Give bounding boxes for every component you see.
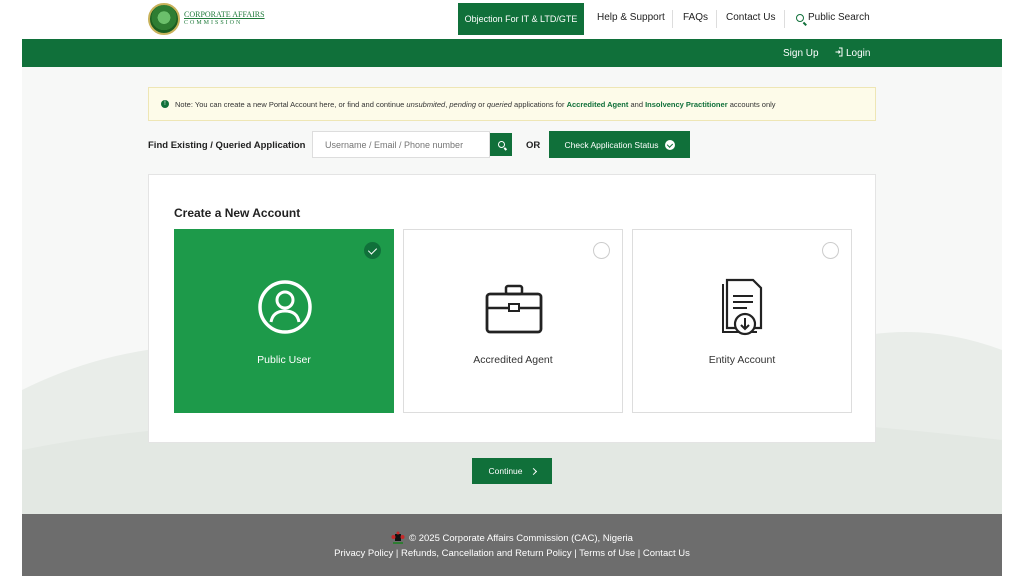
briefcase-icon: [485, 284, 543, 334]
search-icon[interactable]: [796, 14, 804, 22]
footer-separator: |: [393, 548, 401, 559]
logo-line-2: COMMISSION: [184, 20, 243, 26]
footer-separator: |: [635, 548, 643, 559]
sign-up-link[interactable]: Sign Up: [783, 48, 819, 59]
notice-middle: applications for: [511, 99, 567, 109]
login-link[interactable]: Login: [846, 48, 870, 59]
option-radio[interactable]: [593, 242, 610, 259]
cac-logo[interactable]: CORPORATE AFFAIRS COMMISSION: [148, 3, 265, 35]
logo-line-1: CORPORATE AFFAIRS: [184, 10, 265, 19]
option-label: Public User: [257, 354, 311, 366]
footer-links: Privacy Policy | Refunds, Cancellation a…: [22, 548, 1002, 559]
create-account-title: Create a New Account: [174, 206, 301, 220]
info-icon: !: [161, 100, 169, 108]
nav-divider: [784, 10, 785, 28]
option-entity-account[interactable]: Entity Account: [632, 229, 852, 413]
logo-text: CORPORATE AFFAIRS COMMISSION: [184, 10, 265, 28]
find-application-input[interactable]: [312, 131, 490, 158]
continue-button[interactable]: Continue: [472, 458, 552, 484]
option-accredited-agent[interactable]: Accredited Agent: [403, 229, 623, 413]
terms-of-use-link[interactable]: Terms of Use: [579, 548, 635, 559]
contact-us-link[interactable]: Contact Us: [726, 12, 775, 23]
notice-or: or: [476, 99, 487, 109]
chevron-right-icon: [529, 467, 537, 475]
notice-pending: pending: [449, 99, 477, 109]
objection-nav-button[interactable]: Objection For IT & LTD/GTE: [458, 3, 584, 35]
nav-divider: [672, 10, 673, 28]
notice-queried: queried: [486, 99, 512, 109]
notice-insolvency: Insolvency Practitioner: [645, 99, 728, 109]
create-account-card: Create a New Account Public User Accredi…: [148, 174, 876, 443]
cac-seal-icon: [148, 3, 180, 35]
search-icon: [497, 141, 505, 148]
top-header: CORPORATE AFFAIRS COMMISSION Objection F…: [22, 0, 1002, 39]
login-icon[interactable]: [835, 47, 843, 57]
continue-label: Continue: [488, 466, 523, 476]
check-status-button[interactable]: Check Application Status: [549, 131, 690, 158]
notice-and: and: [628, 99, 646, 109]
option-label: Accredited Agent: [473, 354, 553, 366]
notice-text: Note: You can create a new Portal Accoun…: [175, 100, 776, 109]
nav-divider: [716, 10, 717, 28]
option-public-user[interactable]: Public User: [174, 229, 394, 413]
footer-contact-link[interactable]: Contact Us: [643, 548, 690, 559]
find-application-label: Find Existing / Queried Application: [148, 140, 306, 151]
notice-unsubmitted: unsubmited: [406, 99, 446, 109]
or-label: OR: [526, 140, 541, 151]
refunds-policy-link[interactable]: Refunds, Cancellation and Return Policy: [401, 548, 572, 559]
account-bar: Sign Up Login: [22, 39, 1002, 67]
notice-suffix: accounts only: [727, 99, 776, 109]
option-radio-checked[interactable]: [364, 242, 381, 259]
document-download-icon: [722, 278, 763, 336]
copyright-text: © 2025 Corporate Affairs Commission (CAC…: [409, 532, 633, 544]
page-frame: CORPORATE AFFAIRS COMMISSION Objection F…: [22, 0, 1002, 576]
footer-copyright-row: © 2025 Corporate Affairs Commission (CAC…: [22, 531, 1002, 545]
info-notice: ! Note: You can create a new Portal Acco…: [148, 87, 876, 121]
help-support-link[interactable]: Help & Support: [597, 12, 665, 23]
option-radio[interactable]: [822, 242, 839, 259]
check-circle-icon: [664, 139, 675, 150]
faqs-link[interactable]: FAQs: [683, 12, 708, 23]
check-status-label: Check Application Status: [564, 139, 659, 150]
notice-prefix: Note: You can create a new Portal Accoun…: [175, 99, 407, 109]
privacy-policy-link[interactable]: Privacy Policy: [334, 548, 393, 559]
user-circle-icon: [258, 280, 312, 334]
public-search-link[interactable]: Public Search: [808, 12, 870, 23]
coat-of-arms-icon: [391, 531, 405, 544]
option-label: Entity Account: [708, 354, 776, 366]
find-search-button[interactable]: [490, 133, 512, 156]
notice-agent: Accredited Agent: [566, 99, 629, 109]
footer: © 2025 Corporate Affairs Commission (CAC…: [22, 514, 1002, 576]
